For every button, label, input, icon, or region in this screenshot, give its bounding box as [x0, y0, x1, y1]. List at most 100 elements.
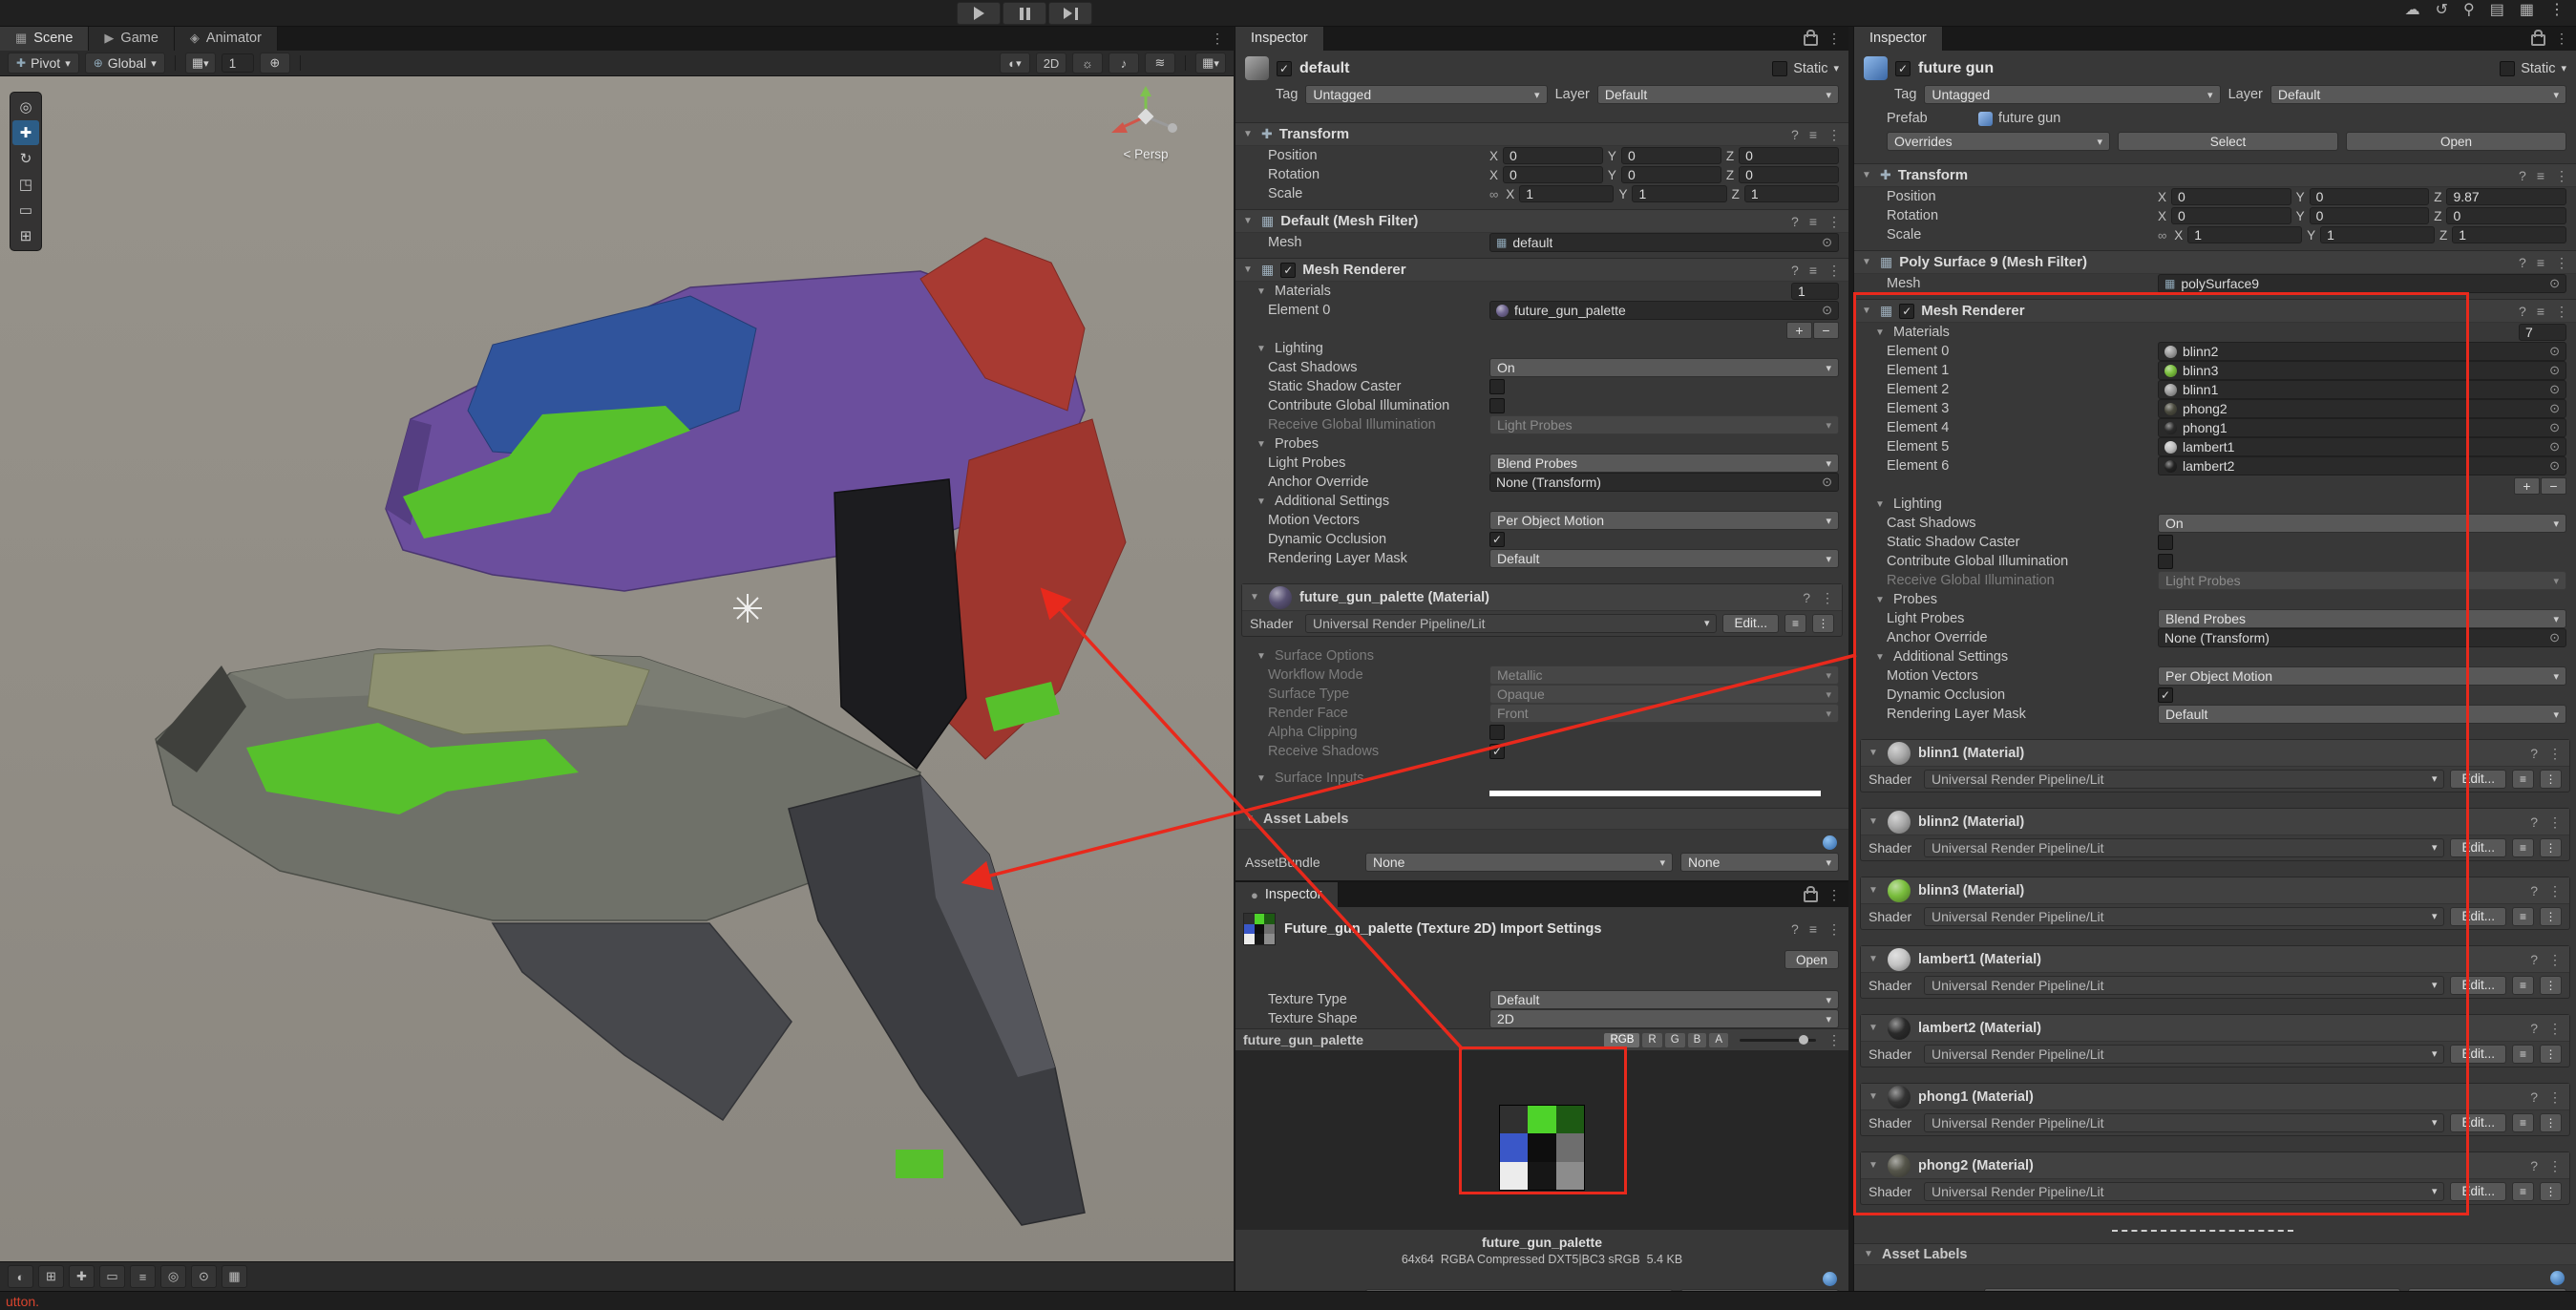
viewport-control-icon[interactable]: ▦: [222, 1265, 247, 1288]
scale-y-field[interactable]: 1: [1632, 185, 1726, 202]
motion-vectors-dropdown[interactable]: Per Object Motion▾: [2158, 666, 2566, 686]
viewport-control-icon[interactable]: ◎: [160, 1265, 186, 1288]
tab-scene[interactable]: ▦ Scene: [0, 26, 89, 51]
material-menu-icon[interactable]: ⋮: [1821, 591, 1834, 604]
material-card-header[interactable]: ▼ lambert1 (Material) ?⋮: [1861, 946, 2569, 973]
component-enabled-checkbox[interactable]: ✓: [1280, 263, 1296, 278]
rotation-y-field[interactable]: 0: [2310, 207, 2430, 224]
anchor-override-field[interactable]: None (Transform)⊙: [2158, 628, 2566, 647]
remove-element-button[interactable]: −: [1813, 322, 1839, 339]
preset-icon[interactable]: ≡: [2537, 305, 2544, 318]
object-picker-icon[interactable]: ⊙: [2549, 458, 2560, 474]
position-y-field[interactable]: 0: [2310, 188, 2430, 205]
scale-z-field[interactable]: 1: [1744, 185, 1839, 202]
assetbundle-dropdown[interactable]: None▾: [1365, 853, 1673, 872]
overrides-dropdown[interactable]: Overrides▾: [1887, 132, 2110, 151]
asset-labels-header[interactable]: ▼Asset Labels: [1854, 1243, 2576, 1265]
preset-icon[interactable]: ≡: [2537, 169, 2544, 182]
shader-dropdown[interactable]: Universal Render Pipeline/Lit▾: [1924, 1113, 2444, 1132]
prefab-asset[interactable]: future gun: [1978, 111, 2060, 126]
probes-foldout[interactable]: ▼Probes: [1854, 590, 2576, 609]
help-icon[interactable]: ?: [2530, 747, 2538, 760]
component-menu-icon[interactable]: ⋮: [1827, 215, 1841, 228]
layout-icon[interactable]: ▦: [2520, 3, 2534, 18]
contribute-gi-checkbox[interactable]: [1489, 398, 1505, 413]
lock-icon[interactable]: [1804, 891, 1818, 902]
light-probes-dropdown[interactable]: Blend Probes▾: [1489, 454, 1839, 473]
object-picker-icon[interactable]: ⊙: [2549, 401, 2560, 416]
help-icon[interactable]: ?: [2530, 1090, 2538, 1104]
preset-icon[interactable]: ≡: [1809, 128, 1817, 141]
panel-menu-icon[interactable]: ⋮: [1827, 32, 1841, 45]
material-card-header[interactable]: ▼ blinn1 (Material) ?⋮: [1861, 740, 2569, 767]
overflow-menu-icon[interactable]: ⋮: [2549, 3, 2565, 18]
material-menu-icon[interactable]: ⋮: [2548, 1090, 2562, 1104]
asset-labels-header[interactable]: ▼Asset Labels: [1235, 808, 1848, 830]
panel-menu-icon[interactable]: ⋮: [1827, 888, 1841, 901]
element-material-field[interactable]: lambert1 ⊙: [2158, 437, 2566, 456]
material-menu-icon[interactable]: ⋮: [2548, 953, 2562, 966]
preset-icon[interactable]: ≡: [2537, 256, 2544, 269]
help-icon[interactable]: ?: [2530, 1022, 2538, 1035]
contribute-gi-checkbox[interactable]: [2158, 554, 2173, 569]
scene-tool-button[interactable]: ◎: [12, 95, 39, 119]
handle-orientation-dropdown[interactable]: ⊕Global▾: [85, 53, 165, 74]
layers-icon[interactable]: ▤: [2490, 3, 2504, 18]
additional-settings-foldout[interactable]: ▼Additional Settings: [1235, 492, 1848, 511]
edit-shader-button[interactable]: Edit...: [1722, 614, 1779, 633]
rotation-x-field[interactable]: 0: [2171, 207, 2291, 224]
viewport-control-icon[interactable]: ◐: [8, 1265, 33, 1288]
toggle-2d-icon[interactable]: 2D: [1036, 53, 1066, 74]
cast-shadows-dropdown[interactable]: On▾: [2158, 514, 2566, 533]
shader-dropdown[interactable]: Universal Render Pipeline/Lit▾: [1924, 1045, 2444, 1064]
materials-foldout[interactable]: ▼ Materials 1: [1235, 282, 1848, 301]
anchor-override-field[interactable]: None (Transform)⊙: [1489, 473, 1839, 492]
help-icon[interactable]: ?: [2530, 1159, 2538, 1173]
mesh-filter-header[interactable]: ▼ ▦ Poly Surface 9 (Mesh Filter) ?≡⋮: [1854, 250, 2576, 274]
channel-button[interactable]: B: [1688, 1033, 1707, 1047]
shader-options-icon[interactable]: ≡: [2512, 1113, 2534, 1132]
materials-count-field[interactable]: 1: [1791, 283, 1839, 300]
mesh-renderer-header[interactable]: ▼ ▦ ✓ Mesh Renderer ?≡⋮: [1235, 258, 1848, 282]
drag-divider[interactable]: [2112, 1230, 2293, 1232]
element-material-field[interactable]: phong2 ⊙: [2158, 399, 2566, 418]
material-menu-icon[interactable]: ⋮: [2548, 1022, 2562, 1035]
help-icon[interactable]: ?: [2530, 884, 2538, 898]
edit-shader-button[interactable]: Edit...: [2450, 1182, 2506, 1201]
dock-menu-icon[interactable]: ⋮: [1211, 32, 1224, 45]
tab-inspector-right[interactable]: Inspector: [1854, 26, 1943, 51]
layer-dropdown[interactable]: Default▾: [2270, 85, 2566, 104]
dynamic-occlusion-checkbox[interactable]: ✓: [2158, 687, 2173, 703]
gizmos-dropdown-icon[interactable]: ▦▾: [1195, 53, 1226, 74]
static-dropdown-icon[interactable]: ▾: [1833, 62, 1839, 74]
shader-more-icon[interactable]: ⋮: [2540, 907, 2562, 926]
material-card-header[interactable]: ▼ blinn3 (Material) ?⋮: [1861, 877, 2569, 904]
play-button[interactable]: [957, 2, 1001, 25]
component-menu-icon[interactable]: ⋮: [2555, 256, 2568, 269]
preset-icon[interactable]: ≡: [1809, 264, 1817, 277]
layer-dropdown[interactable]: Default▾: [1597, 85, 1839, 104]
channel-button[interactable]: G: [1665, 1033, 1685, 1047]
material-menu-icon[interactable]: ⋮: [2548, 815, 2562, 829]
rotation-z-field[interactable]: 0: [2446, 207, 2566, 224]
position-x-field[interactable]: 0: [1503, 147, 1603, 164]
shader-options-icon[interactable]: ≡: [2512, 838, 2534, 857]
shader-dropdown[interactable]: Universal Render Pipeline/Lit▾: [1924, 1182, 2444, 1201]
shader-options-icon[interactable]: ≡: [2512, 976, 2534, 995]
tab-animator[interactable]: ◈ Animator: [175, 26, 278, 51]
component-enabled-checkbox[interactable]: ✓: [1899, 304, 1914, 319]
tag-dropdown[interactable]: Untagged▾: [1924, 85, 2220, 104]
component-menu-icon[interactable]: ⋮: [1827, 128, 1841, 141]
constrain-proportions-icon[interactable]: ∞: [2158, 228, 2166, 243]
object-picker-icon[interactable]: ⊙: [1822, 475, 1832, 490]
shading-mode-icon[interactable]: ◐▾: [1000, 53, 1030, 74]
material-menu-icon[interactable]: ⋮: [2548, 1159, 2562, 1173]
component-menu-icon[interactable]: ⋮: [1827, 264, 1841, 277]
object-picker-icon[interactable]: ⊙: [1822, 235, 1832, 250]
cloud-services-icon[interactable]: ☁: [2405, 3, 2420, 18]
shader-options-icon[interactable]: ≡: [2512, 907, 2534, 926]
material-card-header[interactable]: ▼ future_gun_palette (Material) ?⋮: [1242, 584, 1842, 611]
shader-dropdown[interactable]: Universal Render Pipeline/Lit▾: [1924, 770, 2444, 789]
scene-audio-icon[interactable]: ♪: [1109, 53, 1139, 74]
edit-shader-button[interactable]: Edit...: [2450, 976, 2506, 995]
